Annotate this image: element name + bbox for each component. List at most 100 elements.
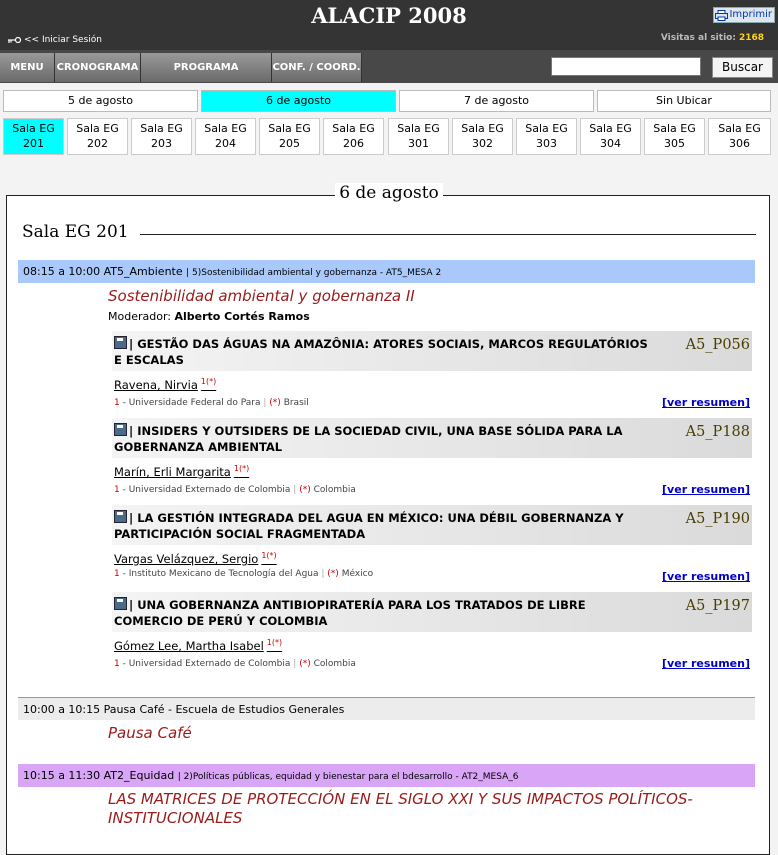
affil-inst: - Instituto Mexicano de Tecnología del A… — [122, 569, 319, 579]
tab-room-306[interactable]: Sala EG 306 — [708, 118, 771, 155]
paper-code: A5_P188 — [685, 424, 750, 440]
author-name[interactable]: Vargas Velázquez, Sergio — [114, 552, 258, 566]
room-tab-label: Sala EG — [397, 122, 440, 135]
paper-item: | LA GESTIÓN INTEGRADA DEL AGUA EN MÉXIC… — [112, 505, 752, 590]
tab-day-6-agosto[interactable]: 6 de agosto — [201, 90, 396, 112]
affil-inst: - Universidad Externado de Colombia — [122, 485, 291, 495]
tab-day-5-agosto[interactable]: 5 de agosto — [3, 90, 198, 112]
paper-author[interactable]: Gómez Lee, Martha Isabel 1(*) — [114, 638, 282, 653]
login-link[interactable]: << Iniciar Sesión — [8, 35, 102, 45]
tab-room-203[interactable]: Sala EG 203 — [131, 118, 192, 155]
search-button[interactable]: Buscar — [712, 57, 773, 78]
session-title: Sostenibilidad ambiental y gobernanza II — [108, 287, 415, 305]
nav-menu[interactable]: MENU — [0, 53, 55, 82]
tab-room-305[interactable]: Sala EG 305 — [644, 118, 705, 155]
visits-count: 2168 — [738, 33, 764, 43]
affil-star: (*) — [269, 398, 281, 408]
search-input[interactable] — [551, 57, 701, 76]
print-button[interactable]: Imprimir — [713, 7, 775, 23]
room-tab-label: Sala EG — [268, 122, 311, 135]
tab-room-303[interactable]: Sala EG 303 — [516, 118, 577, 155]
affil-num: 1 — [114, 659, 120, 669]
paper-author[interactable]: Ravena, Nirvia 1(*) — [114, 377, 216, 392]
paper-item: | UNA GOBERNANZA ANTIBIOPIRATERÍA PARA L… — [112, 592, 752, 677]
author-sup: 1(*) — [261, 551, 277, 560]
room-tab-label: Sala EG — [140, 122, 183, 135]
affil-country: Brasil — [283, 398, 309, 408]
tab-room-302[interactable]: Sala EG 302 — [452, 118, 513, 155]
paper-item: | INSIDERS Y OUTSIDERS DE LA SOCIEDAD CI… — [112, 418, 752, 503]
tab-room-204[interactable]: Sala EG 204 — [195, 118, 256, 155]
room-tab-label: Sala EG — [589, 122, 632, 135]
paper-title: | LA GESTIÓN INTEGRADA DEL AGUA EN MÉXIC… — [114, 510, 654, 542]
room-tab-number: 205 — [279, 137, 300, 150]
tab-room-201[interactable]: Sala EG 201 — [3, 118, 64, 155]
affil-num: 1 — [114, 485, 120, 495]
author-sup: 1(*) — [266, 638, 283, 647]
author-name[interactable]: Ravena, Nirvia — [114, 378, 198, 392]
presentation-icon — [114, 336, 127, 349]
ver-resumen-link[interactable]: [ver resumen] — [662, 396, 750, 409]
affil-num: 1 — [114, 569, 120, 579]
slot-detail: | 2)Políticas públicas, equidad y bienes… — [177, 772, 519, 782]
tab-day-7-agosto[interactable]: 7 de agosto — [399, 90, 594, 112]
session-title: LAS MATRICES DE PROTECCIÓN EN EL SIGLO X… — [108, 790, 693, 827]
tab-room-301[interactable]: Sala EG 301 — [388, 118, 449, 155]
session-title: Pausa Café — [108, 724, 192, 742]
paper-author[interactable]: Vargas Velázquez, Sergio 1(*) — [114, 551, 277, 566]
site-title: ALACIP 2008 — [311, 3, 467, 28]
paper-code: A5_P190 — [685, 511, 750, 527]
affil-country: Colombia — [313, 659, 356, 669]
room-tab-number: 206 — [343, 137, 364, 150]
print-label: Imprimir — [729, 9, 772, 20]
affil-star: (*) — [327, 569, 339, 579]
tab-room-202[interactable]: Sala EG 202 — [67, 118, 128, 155]
slot-header: 10:15 a 11:30 AT2_Equidad | 2)Políticas … — [18, 764, 755, 787]
slot-time: 10:00 a 10:15 Pausa Café - Escuela de Es… — [23, 703, 345, 716]
room-tab-number: 305 — [664, 137, 685, 150]
visits-label: Visitas al sitio: — [660, 33, 736, 43]
presentation-icon — [114, 423, 127, 436]
ver-resumen-link[interactable]: [ver resumen] — [662, 483, 750, 496]
tab-room-206[interactable]: Sala EG 206 — [323, 118, 384, 155]
author-name[interactable]: Gómez Lee, Martha Isabel — [114, 639, 264, 653]
printer-icon — [715, 9, 729, 21]
paper-code: A5_P056 — [685, 337, 750, 353]
slot-time: 10:15 a 11:30 AT2_Equidad — [23, 769, 175, 782]
nav-cronograma[interactable]: CRONOGRAMA — [55, 53, 141, 82]
affil-country: Colombia — [313, 485, 356, 495]
login-label: << Iniciar Sesión — [24, 35, 102, 45]
ver-resumen-link[interactable]: [ver resumen] — [662, 570, 750, 583]
key-icon — [8, 36, 21, 44]
author-sup: 1(*) — [233, 464, 250, 473]
affil-country: México — [341, 569, 374, 579]
tab-room-304[interactable]: Sala EG 304 — [580, 118, 641, 155]
room-tab-label: Sala EG — [76, 122, 119, 135]
paper-author[interactable]: Marín, Erli Margarita 1(*) — [114, 464, 249, 479]
author-sup: 1(*) — [200, 377, 217, 386]
room-tab-number: 306 — [729, 137, 750, 150]
top-header: ALACIP 2008 Imprimir << Iniciar Sesión V… — [0, 0, 778, 50]
room-tab-label: Sala EG — [204, 122, 247, 135]
paper-title-text: | INSIDERS Y OUTSIDERS DE LA SOCIEDAD CI… — [114, 424, 623, 454]
nav-programa-extendido[interactable]: PROGRAMA EXTENDIDO — [141, 53, 272, 102]
room-tab-label: Sala EG — [525, 122, 568, 135]
tab-day-sin-ubicar[interactable]: Sin Ubicar — [597, 90, 771, 112]
paper-title-text: | LA GESTIÓN INTEGRADA DEL AGUA EN MÉXIC… — [114, 511, 624, 541]
presentation-icon — [114, 510, 127, 523]
room-tab-label: Sala EG — [653, 122, 696, 135]
slot-detail: | 5)Sostenibilidad ambiental y gobernanz… — [186, 268, 442, 278]
presentation-icon — [114, 597, 127, 610]
paper-affiliation: 1 - Universidad Externado de Colombia | … — [114, 485, 356, 495]
author-name[interactable]: Marín, Erli Margarita — [114, 465, 231, 479]
paper-affiliation: 1 - Universidade Federal do Para | (*) B… — [114, 398, 309, 408]
paper-affiliation: 1 - Instituto Mexicano de Tecnología del… — [114, 569, 374, 579]
slot-header: 10:00 a 10:15 Pausa Café - Escuela de Es… — [18, 697, 755, 720]
room-heading: Sala EG 201 — [22, 222, 133, 242]
tab-room-205[interactable]: Sala EG 205 — [259, 118, 320, 155]
room-tab-number: 304 — [600, 137, 621, 150]
ver-resumen-link[interactable]: [ver resumen] — [662, 657, 750, 670]
nav-conf-coord[interactable]: CONF. / COORD. — [272, 53, 362, 82]
paper-title: | GESTÃO DAS ÁGUAS NA AMAZÔNIA: ATORES S… — [114, 336, 654, 368]
affil-star: (*) — [299, 485, 311, 495]
